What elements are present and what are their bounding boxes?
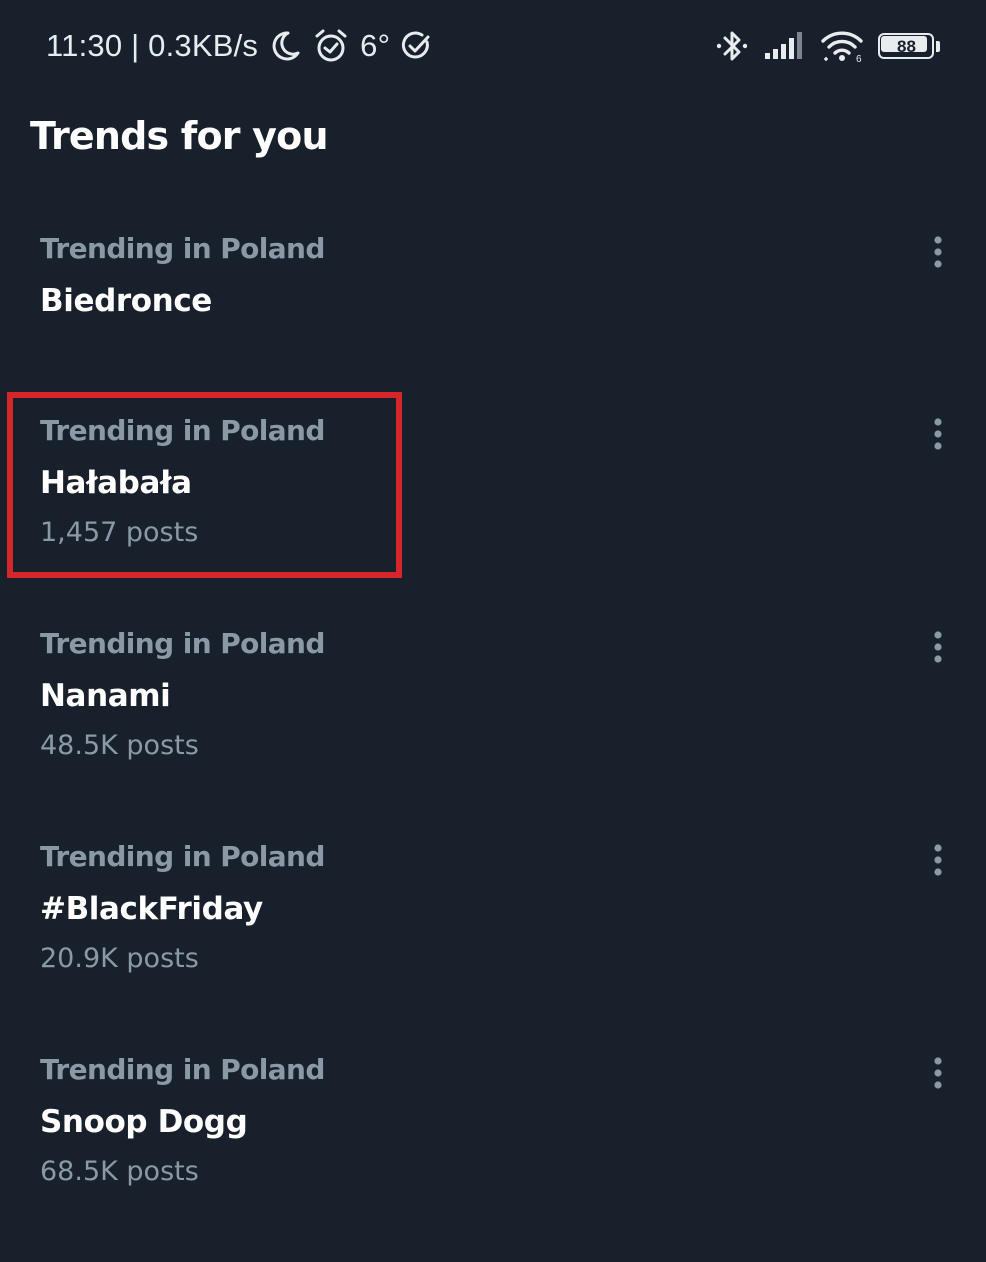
trend-context: Trending in Poland xyxy=(40,232,325,265)
trend-item[interactable]: Trending in Poland Biedronce xyxy=(0,232,986,422)
trend-context: Trending in Poland xyxy=(40,840,325,873)
alarm-icon xyxy=(312,27,350,65)
check-circle-icon xyxy=(400,30,432,62)
trend-name[interactable]: Biedronce xyxy=(40,283,212,319)
cell-signal-icon xyxy=(764,31,806,61)
vertical-dots-icon xyxy=(934,236,942,268)
trend-context: Trending in Poland xyxy=(40,1053,325,1086)
status-temperature: 6° xyxy=(360,28,391,63)
page-title: Trends for you xyxy=(30,114,329,158)
svg-text:6: 6 xyxy=(856,54,862,63)
status-right: 6 88 xyxy=(714,26,940,66)
vertical-dots-icon xyxy=(934,418,942,450)
vertical-dots-icon xyxy=(934,844,942,876)
more-options-button[interactable] xyxy=(918,627,958,667)
trend-name[interactable]: Hałabała xyxy=(40,465,192,501)
trend-name[interactable]: #BlackFriday xyxy=(40,891,263,927)
status-bar: 11:30 | 0.3KB/s 6° 6 88 xyxy=(0,0,986,92)
trend-context: Trending in Poland xyxy=(40,414,325,447)
trend-name[interactable]: Snoop Dogg xyxy=(40,1104,248,1140)
battery-level: 88 xyxy=(897,36,916,56)
more-options-button[interactable] xyxy=(918,232,958,272)
trend-item[interactable]: Trending in Poland Snoop Dogg 68.5K post… xyxy=(0,1053,986,1243)
vertical-dots-icon xyxy=(934,631,942,663)
trend-item[interactable]: Trending in Poland Nanami 48.5K posts xyxy=(0,627,986,817)
battery-tip xyxy=(936,41,940,52)
status-time-speed: 11:30 | 0.3KB/s xyxy=(46,28,259,63)
vertical-dots-icon xyxy=(934,1057,942,1089)
trend-post-count: 68.5K posts xyxy=(40,1156,199,1187)
trend-post-count: 1,457 posts xyxy=(40,517,199,548)
trend-post-count: 48.5K posts xyxy=(40,730,199,761)
trend-post-count: 20.9K posts xyxy=(40,943,199,974)
status-left: 11:30 | 0.3KB/s 6° xyxy=(46,26,432,66)
moon-icon xyxy=(268,29,302,63)
more-options-button[interactable] xyxy=(918,1053,958,1093)
battery-icon: 88 xyxy=(878,33,940,59)
bluetooth-icon xyxy=(714,27,750,65)
trend-name[interactable]: Nanami xyxy=(40,678,171,714)
more-options-button[interactable] xyxy=(918,414,958,454)
trend-item[interactable]: Trending in Poland #BlackFriday 20.9K po… xyxy=(0,840,986,1030)
trend-context: Trending in Poland xyxy=(40,627,325,660)
trend-item[interactable]: Trending in Poland Hałabała 1,457 posts xyxy=(0,414,986,604)
wifi-icon: 6 xyxy=(820,29,864,63)
more-options-button[interactable] xyxy=(918,840,958,880)
